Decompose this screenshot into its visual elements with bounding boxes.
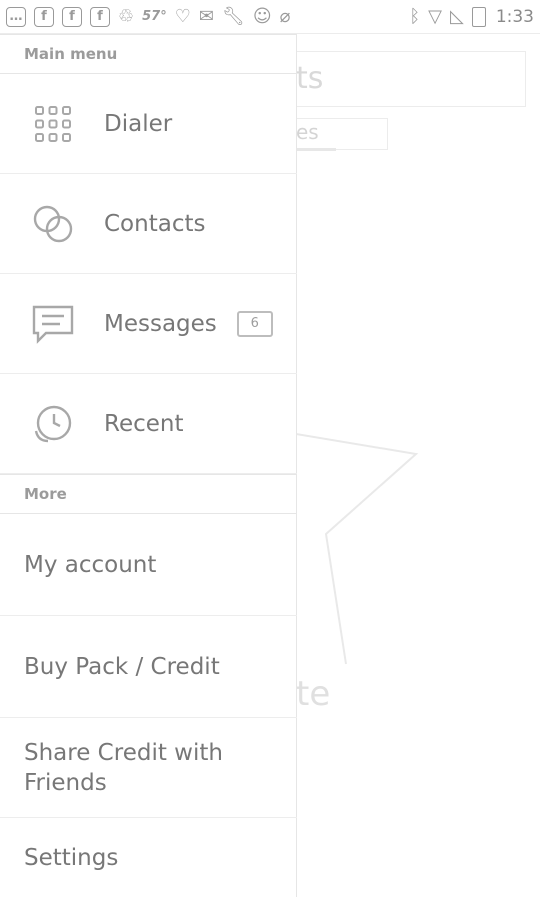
menu-item-dialer[interactable]: Dialer [0,74,297,174]
notification-icons: … f f f ♲ 57° ♡ ✉ 🔧︎ ☺ ⌀ [6,5,291,27]
menu-item-label: Messages [104,310,217,337]
no-signal-icon: ◺ [449,5,464,27]
recent-calls-icon [28,399,78,449]
message-icon [28,299,78,349]
mail-icon: ✉ [198,5,214,27]
menu-item-share-credit[interactable]: Share Credit with Friends [0,718,297,818]
messenger-icon: ☺ [252,5,272,27]
background-title: ts [296,61,324,96]
clock: 1:33 [495,6,534,27]
menu-item-label: Contacts [104,210,206,237]
system-icons: ᛒ ▽ ◺ 1:33 [409,5,534,27]
status-bar: … f f f ♲ 57° ♡ ✉ 🔧︎ ☺ ⌀ ᛒ ▽ ◺ 1:33 [0,0,540,34]
menu-item-my-account[interactable]: My account [0,514,297,616]
menu-item-label: Dialer [104,110,173,137]
background-hint: te [296,674,331,714]
heart-icon: ♡ [174,5,191,27]
facebook-icon: f [62,6,82,27]
navigation-drawer: Main menu Dialer Contacts Messages 6 Rec… [0,34,297,897]
main-menu-header: Main menu [0,34,297,74]
menu-item-recent[interactable]: Recent [0,374,297,474]
bluetooth-icon: ᛒ [409,5,421,27]
facebook-icon: f [34,6,54,27]
background-tab-indicator [296,148,336,151]
more-header: More [0,474,297,514]
pin-icon: ⌀ [279,5,291,27]
background-app: ts es te [266,34,540,897]
menu-item-label: Recent [104,410,184,437]
wifi-icon: ▽ [428,5,442,27]
dialpad-icon [28,99,78,149]
menu-item-settings[interactable]: Settings [0,818,297,897]
app-screen: … f f f ♲ 57° ♡ ✉ 🔧︎ ☺ ⌀ ᛒ ▽ ◺ 1:33 ts e… [0,0,540,897]
background-tab: es [296,120,319,144]
temperature-label: 57° [142,9,167,24]
menu-item-buy-pack-credit[interactable]: Buy Pack / Credit [0,616,297,718]
recycle-icon: ♲ [118,5,135,27]
contacts-icon [28,199,78,249]
unread-badge: 6 [236,310,273,337]
chat-icon: … [6,6,26,27]
facebook-icon: f [90,6,110,27]
menu-item-contacts[interactable]: Contacts [0,174,297,274]
battery-icon [471,6,486,27]
menu-item-messages[interactable]: Messages 6 [0,274,297,374]
wrench-icon: 🔧︎ [221,5,245,27]
background-title-bar [296,51,526,107]
